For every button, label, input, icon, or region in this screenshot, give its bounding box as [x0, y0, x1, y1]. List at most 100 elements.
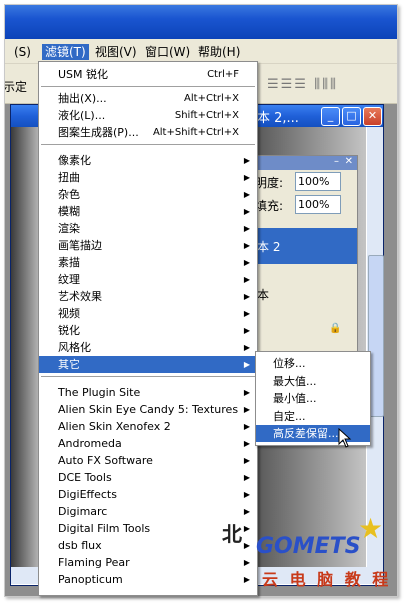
submenu-arrow-icon: ▶ — [243, 439, 250, 448]
filter-menu-item[interactable]: Flaming Pear ▶ — [39, 554, 257, 571]
menu-item-label: The Plugin Site — [58, 386, 141, 399]
menu-select[interactable]: (S) — [11, 44, 34, 60]
menu-item-label: 画笔描边 — [58, 239, 102, 252]
filter-menu-item[interactable]: 渲染 ▶ — [39, 220, 257, 237]
menu-item-label: 液化(L)... — [58, 109, 106, 122]
menu-item-label: 其它 — [58, 358, 80, 371]
opacity-field[interactable]: 100% — [295, 172, 341, 191]
menu-item-label: 渲染 — [58, 222, 80, 235]
menu-help[interactable]: 帮助(H) — [195, 44, 243, 60]
menu-item-label: Alien Skin Eye Candy 5: Textures — [58, 403, 239, 416]
submenu-arrow-icon: ▶ — [243, 190, 250, 199]
submenu-arrow-icon: ▶ — [243, 326, 250, 335]
filter-menu-item[interactable]: DCE Tools ▶ — [39, 469, 257, 486]
menu-item-label: USM 锐化 — [58, 68, 109, 81]
fill-field[interactable]: 100% — [295, 195, 341, 214]
filter-menu-item[interactable]: 模糊 ▶ — [39, 203, 257, 220]
filter-menu-item[interactable]: DigiEffects ▶ — [39, 486, 257, 503]
menu-item-shortcut: Shift+Ctrl+X — [174, 110, 239, 121]
filter-menu-item[interactable]: 像素化 ▶ — [39, 152, 257, 169]
filter-menu-item[interactable]: The Plugin Site ▶ — [39, 384, 257, 401]
layers-panel-title: – ✕ — [251, 156, 357, 170]
filter-menu-item[interactable]: Alien Skin Eye Candy 5: Textures ▶ — [39, 401, 257, 418]
submenu-arrow-icon: ▶ — [243, 524, 250, 533]
opacity-label: 明度: — [255, 176, 284, 190]
menu-separator — [41, 86, 255, 88]
filter-menu-item[interactable]: 素描 ▶ — [39, 254, 257, 271]
submenu-arrow-icon: ▶ — [243, 456, 250, 465]
menu-item-label: 视频 — [58, 307, 80, 320]
menu-window[interactable]: 窗口(W) — [142, 44, 193, 60]
maximize-icon[interactable]: □ — [342, 107, 361, 126]
close-icon[interactable]: ✕ — [363, 107, 382, 126]
filter-menu-item[interactable]: Auto FX Software ▶ — [39, 452, 257, 469]
filter-menu-item[interactable]: Panopticum ▶ — [39, 571, 257, 588]
filter-menu-item[interactable]: 图案生成器(P)... Alt+Shift+Ctrl+X — [39, 124, 257, 141]
menu-item-label: Panopticum — [58, 573, 123, 586]
panel-close-icon[interactable]: ✕ — [345, 156, 353, 167]
filter-menu-item[interactable]: 视频 ▶ — [39, 305, 257, 322]
submenu-item-label: 最小值... — [273, 392, 317, 405]
submenu-arrow-icon: ▶ — [243, 343, 250, 352]
menu-item-label: dsb flux — [58, 539, 102, 552]
filter-menu-item[interactable]: USM 锐化 Ctrl+F — [39, 66, 257, 83]
document-title: 本 2,... — [257, 111, 299, 126]
filter-menu-item[interactable]: 扭曲 ▶ — [39, 169, 257, 186]
other-submenu-item[interactable]: 最大值... — [256, 373, 370, 390]
menu-item-label: Andromeda — [58, 437, 122, 450]
layer-name: 本 2 — [257, 240, 281, 254]
filter-menu-item[interactable]: 风格化 ▶ — [39, 339, 257, 356]
submenu-item-label: 位移... — [273, 357, 306, 370]
watermark-char: 北 — [222, 522, 242, 546]
menu-item-shortcut: Alt+Shift+Ctrl+X — [152, 127, 239, 138]
filter-menu-item[interactable]: 艺术效果 ▶ — [39, 288, 257, 305]
filter-menu: USM 锐化 Ctrl+F 抽出(X)... Alt+Ctrl+X 液化(L)... Sh… — [38, 61, 258, 596]
submenu-arrow-icon: ▶ — [243, 292, 250, 301]
submenu-arrow-icon: ▶ — [243, 541, 250, 550]
align-icons[interactable]: ☰☰☰ ⫼⫼⫼ — [267, 77, 338, 92]
menu-item-shortcut: Ctrl+F — [207, 69, 239, 80]
submenu-item-label: 最大值... — [273, 374, 317, 388]
filter-menu-item[interactable]: 锐化 ▶ — [39, 322, 257, 339]
submenu-item-label: 高反差保留... — [273, 427, 339, 440]
watermark-site: 云 电 脑 教 程 — [262, 570, 392, 589]
submenu-arrow-icon: ▶ — [243, 258, 250, 267]
menu-item-label: 像素化 — [58, 154, 91, 167]
submenu-arrow-icon: ▶ — [243, 558, 250, 567]
menu-filter[interactable]: 滤镜(T) — [42, 44, 89, 60]
other-submenu-item[interactable]: 自定... — [256, 408, 370, 425]
menu-item-label: 艺术效果 — [58, 290, 102, 303]
panel-minimize-icon[interactable]: – — [334, 156, 339, 167]
minimize-icon[interactable]: _ — [321, 107, 340, 126]
layers-panel: – ✕ 明度: 100% 填充: 100% 本 2 本 🔒 — [250, 155, 358, 357]
filter-menu-item[interactable]: 画笔描边 ▶ — [39, 237, 257, 254]
menu-item-label: 模糊 — [58, 205, 80, 218]
other-submenu-item[interactable]: 最小值... — [256, 390, 370, 407]
menu-item-label: DCE Tools — [58, 471, 112, 484]
filter-menu-item[interactable]: Alien Skin Xenofex 2 ▶ — [39, 418, 257, 435]
filter-menu-item[interactable]: 抽出(X)... Alt+Ctrl+X — [39, 90, 257, 107]
layer-row-selected[interactable]: 本 2 — [251, 228, 357, 264]
cursor-icon — [338, 428, 352, 448]
submenu-arrow-icon: ▶ — [243, 575, 250, 584]
options-label: 示定 — [4, 80, 28, 94]
filter-menu-item[interactable]: 杂色 ▶ — [39, 186, 257, 203]
submenu-arrow-icon: ▶ — [243, 422, 250, 431]
menu-item-label: Auto FX Software — [58, 454, 153, 467]
menu-view[interactable]: 视图(V) — [92, 44, 140, 60]
filter-menu-item[interactable]: Andromeda ▶ — [39, 435, 257, 452]
menu-item-label: Digital Film Tools — [58, 522, 151, 535]
layer-name-other[interactable]: 本 — [257, 286, 269, 303]
menu-item-label: 素描 — [58, 256, 80, 269]
filter-menu-item[interactable]: 其它 ▶ — [39, 356, 257, 373]
submenu-arrow-icon: ▶ — [243, 156, 250, 165]
menu-item-label: Flaming Pear — [58, 556, 130, 569]
menu-item-shortcut: Alt+Ctrl+X — [184, 93, 239, 104]
menu-item-label: 图案生成器(P)... — [58, 126, 139, 139]
submenu-arrow-icon: ▶ — [243, 241, 250, 250]
filter-menu-item[interactable]: 纹理 ▶ — [39, 271, 257, 288]
menu-separator — [41, 144, 255, 146]
other-submenu-item[interactable]: 位移... — [256, 355, 370, 372]
other-submenu-item[interactable]: 高反差保留... — [256, 425, 370, 442]
filter-menu-item[interactable]: 液化(L)... Shift+Ctrl+X — [39, 107, 257, 124]
